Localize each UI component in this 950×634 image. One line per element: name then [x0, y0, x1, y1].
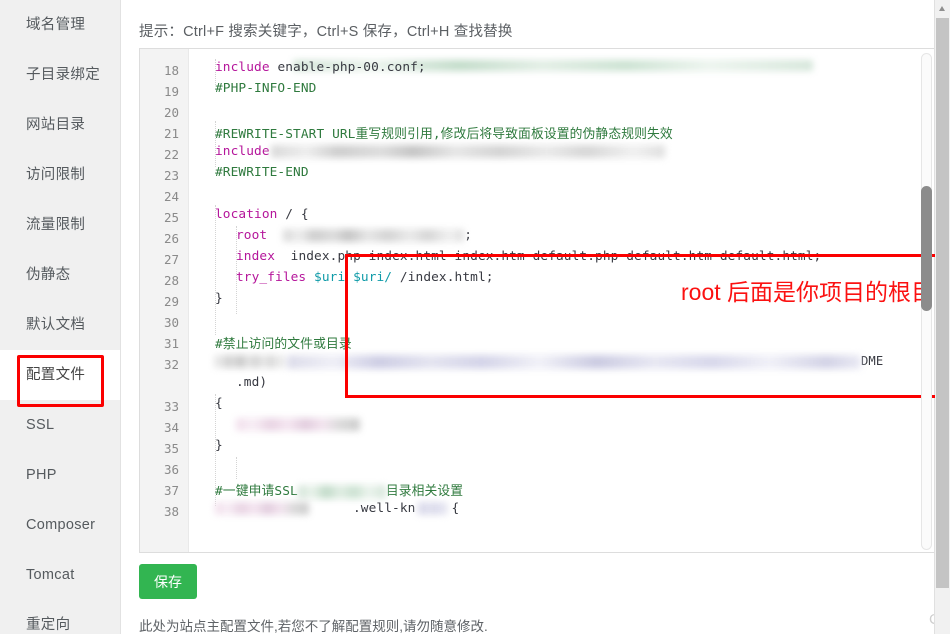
sidebar-item-config-file[interactable]: 配置文件 [0, 350, 120, 400]
main-panel: 提示：Ctrl+F 搜索关键字，Ctrl+S 保存，Ctrl+H 查找替换 18… [121, 0, 950, 634]
code-line-35: } [215, 438, 223, 453]
scroll-up-arrow-icon[interactable] [935, 0, 950, 17]
line-number: 35 [163, 441, 179, 456]
code-line-27: index index.php index.html index.htm def… [236, 249, 821, 264]
code-line-32-wrapped: .md) [236, 375, 268, 390]
line-number: 20 [163, 105, 179, 120]
sidebar-item-access[interactable]: 访问限制 [0, 150, 120, 200]
indent-guide [236, 457, 237, 479]
token-punct: / { [277, 207, 309, 222]
sidebar-item-rewrite[interactable]: 伪静态 [0, 250, 120, 300]
redacted-regex-blur [287, 354, 861, 369]
token-keyword: index [236, 249, 276, 264]
redacted-path-blur [270, 145, 665, 158]
token-value: DME [861, 354, 884, 368]
sidebar-item-subdir[interactable]: 子目录绑定 [0, 50, 120, 100]
save-button[interactable]: 保存 [139, 564, 197, 599]
code-line-28: try_files $uri $uri/ /index.html; [236, 270, 494, 285]
token-punct: { [451, 501, 460, 516]
sidebar-item-ssl[interactable]: SSL [0, 400, 120, 450]
code-line-34 [236, 417, 360, 432]
line-number: 37 [163, 483, 179, 498]
code-line-38: .well-kn { [215, 501, 459, 516]
line-number-gutter: 18 19 20 21 22 23 24 25 26 27 28 29 30 3… [140, 49, 189, 552]
line-number: 38 [163, 504, 179, 519]
redacted-blur [417, 502, 448, 515]
sidebar-item-traffic[interactable]: 流量限制 [0, 200, 120, 250]
page-scrollbar[interactable] [934, 0, 950, 634]
line-number: 31 [163, 336, 179, 351]
token-keyword: include [215, 144, 270, 159]
line-number: 22 [163, 147, 179, 162]
code-line-21: #REWRITE-START URL重写规则引用,修改后将导致面板设置的伪静态规… [215, 127, 673, 142]
code-line-19: #PHP-INFO-END [215, 81, 317, 96]
line-number: 27 [163, 252, 179, 267]
line-number: 26 [163, 231, 179, 246]
code-line-23: #REWRITE-END [215, 165, 309, 180]
shortcut-hint: 提示：Ctrl+F 搜索关键字，Ctrl+S 保存，Ctrl+H 查找替换 [139, 24, 513, 40]
redacted-root-path-blur [283, 229, 465, 242]
editor-scrollbar-thumb[interactable] [921, 186, 932, 311]
line-number: 28 [163, 273, 179, 288]
token-value: index.php index.html index.htm default.p… [275, 249, 822, 264]
code-content[interactable]: include enable-php-00.conf; #PHP-INFO-EN… [189, 49, 935, 552]
sidebar-item-php[interactable]: PHP [0, 450, 120, 500]
code-line-32: DME [215, 354, 883, 369]
code-line-29: } [215, 291, 223, 306]
line-number: 30 [163, 315, 179, 330]
code-line-26: root; [236, 228, 472, 243]
line-number: 23 [163, 168, 179, 183]
line-number: 19 [163, 84, 179, 99]
token-keyword: location [215, 207, 278, 222]
code-line-22: include [215, 144, 665, 159]
token-keyword: include [215, 60, 270, 75]
token-variable: $uri/ [345, 270, 393, 285]
code-line-33: { [215, 396, 223, 411]
indent-guide [215, 205, 216, 335]
token-comment: #一键申请SSL [215, 484, 298, 499]
line-number: 21 [163, 126, 179, 141]
sidebar-item-tomcat[interactable]: Tomcat [0, 550, 120, 600]
sidebar-item-sitedir[interactable]: 网站目录 [0, 100, 120, 150]
page-scrollbar-thumb[interactable] [936, 18, 949, 588]
app-root: 域名管理 子目录绑定 网站目录 访问限制 流量限制 伪静态 默认文档 配置文件 … [0, 0, 950, 634]
code-line-37: #一键申请SSL 目录相关设置 [215, 480, 463, 499]
token-value: .well-kn [353, 501, 416, 516]
line-number: 24 [163, 189, 179, 204]
line-number: 32 [163, 357, 179, 372]
token-value: /index.html; [392, 270, 494, 285]
redacted-blur [215, 502, 309, 515]
line-number: 18 [163, 63, 179, 78]
line-number: 33 [163, 399, 179, 414]
token-keyword: try_files [236, 270, 307, 285]
config-file-editor[interactable]: 18 19 20 21 22 23 24 25 26 27 28 29 30 3… [139, 48, 936, 553]
code-line-31: #禁止访问的文件或目录 [215, 337, 352, 352]
line-number: 25 [163, 210, 179, 225]
sidebar-item-redirect[interactable]: 重定向 [0, 600, 120, 634]
line-number: 36 [163, 462, 179, 477]
sidebar-item-composer[interactable]: Composer [0, 500, 120, 550]
redacted-blur [236, 418, 360, 431]
code-line-25: location / { [215, 207, 309, 222]
sidebar: 域名管理 子目录绑定 网站目录 访问限制 流量限制 伪静态 默认文档 配置文件 … [0, 0, 121, 634]
token-comment: 目录相关设置 [385, 484, 464, 499]
line-number: 34 [163, 420, 179, 435]
token-punct: ; [464, 228, 473, 243]
code-line-18: include enable-php-00.conf; [215, 60, 426, 75]
token-variable: $uri [306, 270, 346, 285]
redacted-blur [215, 355, 285, 368]
token-value: enable-php-00.conf; [269, 60, 426, 75]
redacted-blur [297, 484, 386, 499]
sidebar-item-default-doc[interactable]: 默认文档 [0, 300, 120, 350]
footer-warning-text: 此处为站点主配置文件,若您不了解配置规则,请勿随意修改. [139, 619, 488, 634]
sidebar-item-domain[interactable]: 域名管理 [0, 0, 120, 50]
line-number: 29 [163, 294, 179, 309]
token-keyword: root [236, 228, 268, 243]
